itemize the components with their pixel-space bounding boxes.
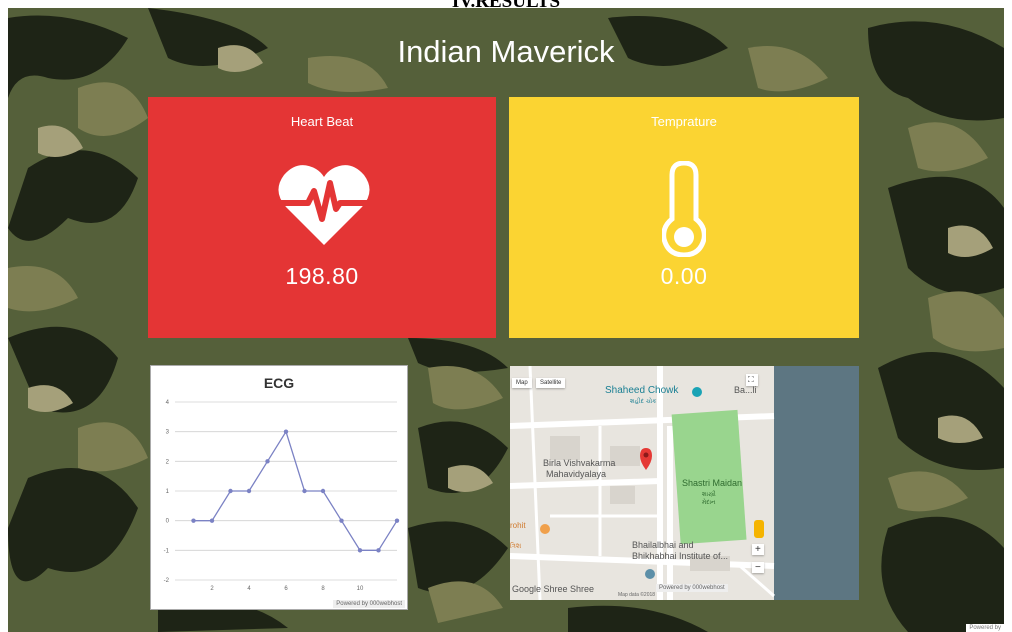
y-tick-label: 1: [166, 489, 170, 495]
map-powered-by[interactable]: Powered by 000webhost: [656, 584, 728, 592]
app-title: Indian Maverick: [397, 34, 615, 69]
map-label-shastri: Shastri Maidan: [682, 478, 742, 488]
map-label-birla-2: Mahavidyalaya: [546, 469, 606, 479]
landmark-icon: [692, 387, 702, 397]
restaurant-icon: [540, 524, 550, 534]
map-panel[interactable]: Shaheed Chowk શહીદ ચોક Ba...li Birla Vis…: [510, 366, 859, 600]
ecg-powered-by[interactable]: Powered by 000webhost: [333, 600, 405, 608]
ecg-data-point[interactable]: [228, 488, 233, 494]
pegman-icon[interactable]: [754, 520, 764, 538]
map-label-birla-1: Birla Vishvakarma: [543, 458, 615, 468]
ecg-data-point[interactable]: [394, 518, 400, 523]
ecg-data-point[interactable]: [191, 518, 196, 523]
thermometer-icon: [662, 161, 706, 257]
map-label-shastri-sub-1: શાસ્ત્રી: [702, 490, 716, 498]
x-tick-label: 6: [284, 586, 288, 592]
heart-beat-value: 198.80: [285, 263, 359, 289]
map-type-satellite-button[interactable]: Satellite: [536, 378, 566, 388]
ecg-data-point[interactable]: [302, 488, 307, 494]
ecg-data-point[interactable]: [357, 548, 363, 553]
temperature-title: Temprature: [651, 114, 717, 129]
y-tick-label: 2: [166, 459, 170, 465]
map-label-shree: Google Shree Shree: [512, 584, 594, 594]
ecg-chart-panel: ECG -2 -1 0 1 2 3 4 2 4 6 8 10 Powered by 000webhos…: [150, 365, 408, 610]
map-label-partial-left-2: ત્રિશ: [510, 541, 522, 550]
temperature-value: 0.00: [660, 263, 708, 289]
ecg-data-point[interactable]: [376, 548, 381, 553]
zoom-out-button[interactable]: −: [752, 562, 764, 573]
y-tick-label: 3: [166, 430, 170, 436]
ecg-data-point[interactable]: [265, 459, 270, 464]
x-tick-label: 8: [321, 586, 325, 592]
heart-pulse-icon: [278, 165, 370, 245]
school-icon: [645, 569, 655, 579]
map-label-bhailal-2: Bhikhabhai Institute of...: [632, 551, 728, 561]
map-label-partial-top: Ba...li: [734, 385, 757, 395]
map-canvas[interactable]: Shaheed Chowk શહીદ ચોક Ba...li Birla Vis…: [510, 366, 859, 600]
x-tick-label: 4: [247, 586, 251, 592]
heart-beat-title: Heart Beat: [290, 114, 354, 129]
y-tick-label: 4: [166, 400, 170, 406]
map-label-shaheed-sub: શહીદ ચોક: [630, 397, 657, 405]
ecg-data-point[interactable]: [283, 429, 289, 434]
map-data-footer: Map data ©2018: [618, 591, 655, 598]
heart-beat-card[interactable]: Heart Beat 198.80: [148, 97, 496, 338]
chart-title: ECG: [264, 375, 294, 391]
ecg-data-point[interactable]: [209, 518, 215, 523]
y-tick-label: -2: [164, 578, 170, 584]
map-fullscreen-button[interactable]: ⛶: [746, 374, 758, 386]
map-label-shastri-sub-2: મેદાન: [702, 498, 716, 506]
ecg-data-point[interactable]: [339, 518, 344, 523]
map-label-partial-left-1: rohit: [510, 521, 526, 530]
map-label-shaheed-chowk: Shaheed Chowk: [605, 385, 679, 396]
ecg-chart: ECG -2 -1 0 1 2 3 4 2 4 6 8 10: [164, 375, 400, 592]
ecg-data-point[interactable]: [320, 488, 326, 494]
map-type-map-button[interactable]: Map: [512, 378, 532, 388]
x-tick-label: 2: [210, 586, 214, 592]
fullscreen-icon: ⛶: [748, 375, 754, 384]
map-label-bhailal-1: Bhailalbhai and: [632, 540, 694, 550]
corner-powered-badge[interactable]: Powered by: [966, 624, 1004, 632]
y-tick-label: 0: [166, 519, 170, 525]
temperature-card[interactable]: Temprature 0.00: [509, 97, 859, 338]
y-tick-label: -1: [164, 548, 170, 554]
x-tick-label: 10: [357, 586, 364, 592]
ecg-data-point[interactable]: [246, 488, 252, 494]
zoom-in-button[interactable]: +: [752, 544, 764, 555]
